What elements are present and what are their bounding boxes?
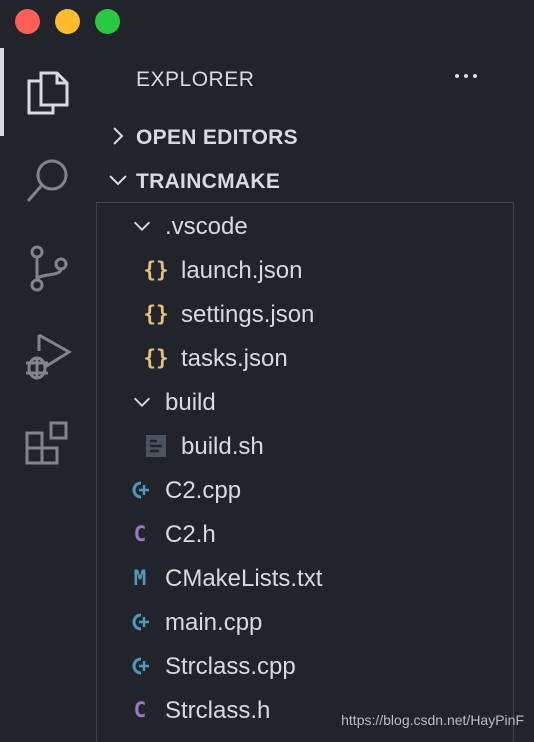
- run-debug-activity-button[interactable]: [0, 312, 96, 400]
- tree-item-label: C2.cpp: [165, 477, 242, 504]
- chevron-down-icon: [109, 175, 127, 186]
- title-bar: [0, 0, 534, 44]
- shell-file-icon: [146, 435, 166, 457]
- tree-file-c2-cpp[interactable]: C2.cpp: [97, 468, 513, 512]
- tree-item-label: Strclass.h: [165, 697, 271, 724]
- ellipsis-icon[interactable]: [448, 62, 484, 90]
- tree-file-tasks-json[interactable]: {} tasks.json: [97, 336, 513, 380]
- file-tree: .vscode {} launch.json {} settings.json …: [96, 202, 514, 742]
- json-file-icon: {}: [143, 258, 169, 282]
- tree-folder-vscode[interactable]: .vscode: [97, 204, 513, 248]
- minimize-window-button[interactable]: [55, 9, 80, 34]
- watermark-text: https://blog.csdn.net/HayPinF: [341, 712, 524, 728]
- cmake-file-icon: M: [133, 566, 147, 590]
- run-debug-icon: [26, 333, 72, 380]
- tree-file-launch-json[interactable]: {} launch.json: [97, 248, 513, 292]
- tree-item-label: C2.h: [165, 521, 216, 548]
- explorer-title: EXPLORER: [136, 68, 255, 91]
- source-control-activity-button[interactable]: [0, 224, 96, 312]
- explorer-activity-button[interactable]: [0, 48, 96, 136]
- maximize-window-button[interactable]: [95, 9, 120, 34]
- tree-file-cmakelists[interactable]: M CMakeLists.txt: [97, 556, 513, 600]
- explorer-header: EXPLORER: [96, 44, 534, 116]
- open-editors-section[interactable]: OPEN EDITORS: [96, 116, 534, 156]
- tree-item-label: CMakeLists.txt: [165, 565, 323, 592]
- chevron-down-icon: [134, 221, 150, 231]
- extensions-activity-button[interactable]: [0, 400, 96, 488]
- source-control-icon: [30, 245, 68, 292]
- c-header-file-icon: C: [133, 522, 147, 546]
- tree-item-label: tasks.json: [181, 345, 288, 372]
- tree-file-build-sh[interactable]: build.sh: [97, 424, 513, 468]
- tree-item-label: main.cpp: [165, 609, 263, 636]
- tree-file-settings-json[interactable]: {} settings.json: [97, 292, 513, 336]
- tree-file-c2-h[interactable]: C C2.h: [97, 512, 513, 556]
- tree-folder-build[interactable]: build: [97, 380, 513, 424]
- tree-item-label: build: [165, 389, 216, 416]
- activity-bar: [0, 44, 96, 742]
- tree-file-main-cpp[interactable]: main.cpp: [97, 600, 513, 644]
- tree-item-label: settings.json: [181, 301, 315, 328]
- search-icon: [26, 159, 68, 202]
- workspace-folder-section[interactable]: TRAINCMAKE: [96, 160, 534, 200]
- close-window-button[interactable]: [15, 9, 40, 34]
- cpp-file-icon: [132, 657, 149, 675]
- cpp-file-icon: [132, 481, 149, 499]
- json-file-icon: {}: [143, 346, 169, 370]
- workspace-folder-label: TRAINCMAKE: [136, 170, 281, 193]
- search-activity-button[interactable]: [0, 136, 96, 224]
- files-icon: [27, 71, 69, 115]
- tree-item-label: .vscode: [165, 213, 248, 240]
- cpp-file-icon: [132, 613, 149, 631]
- explorer-sidebar: EXPLORER OPEN EDITORS TRAINCMAKE .vscode…: [96, 44, 534, 742]
- json-file-icon: {}: [143, 302, 169, 326]
- chevron-down-icon: [134, 397, 150, 407]
- tree-item-label: Strclass.cpp: [165, 653, 296, 680]
- tree-item-label: build.sh: [181, 433, 264, 460]
- extensions-icon: [25, 421, 68, 465]
- open-editors-label: OPEN EDITORS: [136, 126, 298, 149]
- tree-file-strclass-cpp[interactable]: Strclass.cpp: [97, 644, 513, 688]
- c-header-file-icon: C: [133, 698, 147, 722]
- chevron-right-icon: [113, 127, 124, 145]
- tree-item-label: launch.json: [181, 257, 303, 284]
